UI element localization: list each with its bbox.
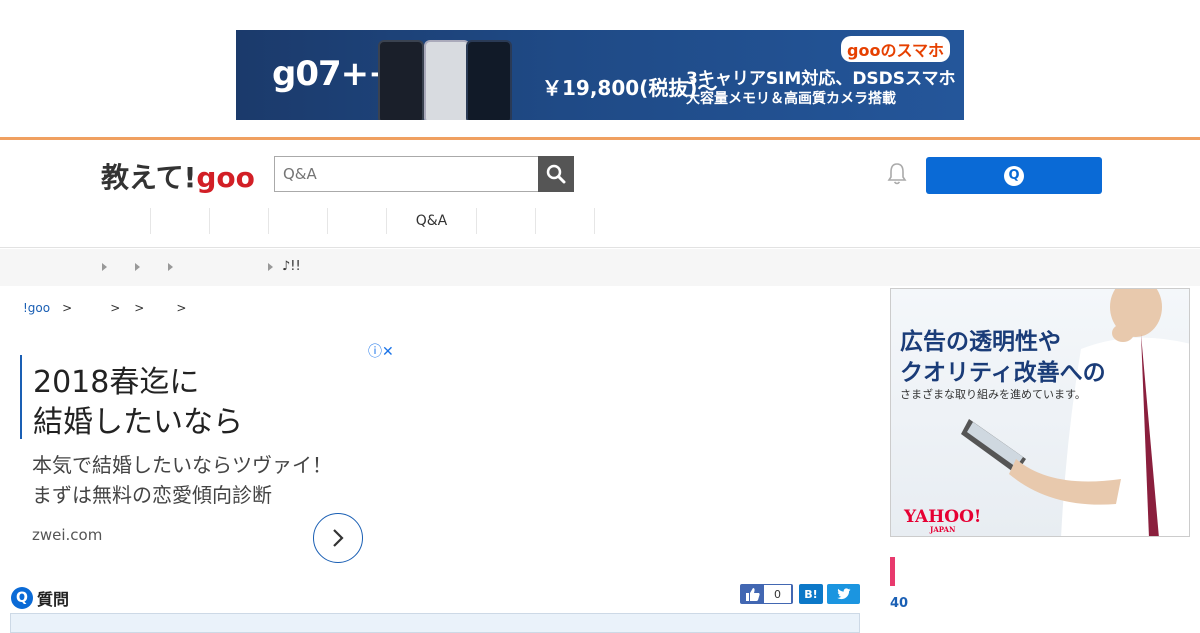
banner-phone-image [466,40,512,120]
breadcrumb-home[interactable]: !goo [23,301,50,315]
site-logo[interactable]: 教えて!goo [101,156,255,196]
nav-item[interactable] [151,208,210,234]
ask-question-button[interactable]: Q [926,157,1102,194]
section-marker [890,557,895,586]
breadcrumb-separator: > [110,301,121,315]
nav-item[interactable] [269,208,328,234]
question-icon: Q [1004,165,1024,186]
ad-description: 本気で結婚したいならツヴァイ！ [32,453,332,477]
arrow-right-icon [168,263,173,271]
logo-prefix: 教えて! [101,161,197,194]
ad-open-button[interactable] [313,513,363,563]
arrow-right-icon [135,263,140,271]
top-banner-area: g07++ ￥19,800(税抜)〜 3キャリアSIM対応、DSDSスマホ 大容… [0,0,1200,137]
nav-item-qa[interactable]: Q&A [387,208,477,234]
banner-copy-line1: 3キャリアSIM対応、DSDSスマホ [686,69,956,89]
banner-brand-logo: gooのスマホ [841,36,950,62]
ad-headline[interactable]: 結婚したいなら [33,397,243,441]
nav-item[interactable] [536,208,595,234]
search-icon [546,164,566,184]
breadcrumb-separator: > [176,301,187,315]
question-box [10,613,860,633]
ad-headline[interactable]: 2018春迄に [33,357,199,401]
sidebar-count: 40 [890,596,909,611]
breadcrumb-separator: > [62,301,73,315]
breadcrumb-separator: > [134,301,145,315]
chevron-right-icon [333,529,344,547]
question-label: 質問 [37,590,70,609]
banner-phone-image [424,40,470,120]
twitter-share-button[interactable] [827,584,860,604]
nav-item[interactable] [477,208,536,234]
nav-item[interactable] [92,208,151,234]
bell-icon[interactable] [886,162,908,186]
banner-copy-line2: 大容量メモリ＆高画質カメラ搭載 [686,91,896,107]
sidebar-ad[interactable]: 広告の透明性や クオリティ改善への さまざまな取り組みを進めています。 YAHO… [890,288,1190,537]
site-header: 教えて!goo Q Q&A [0,140,1200,248]
facebook-like-button[interactable]: 0 [740,584,793,604]
category-nav: Q&A [92,208,595,234]
ad-accent-bar [20,355,22,439]
sidebar-ad-headline: 広告の透明性や [900,329,1061,355]
top-banner-ad[interactable]: g07++ ￥19,800(税抜)〜 3キャリアSIM対応、DSDSスマホ 大容… [236,30,964,120]
ad-domain: zwei.com [32,526,103,544]
sub-navigation-bar: ♪!! [0,249,1200,286]
yahoo-japan-logo: YAHOO! JAPAN [904,507,981,534]
search-button[interactable] [538,156,574,192]
sidebar-ad-subtext: さまざまな取り組みを進めています。 [900,388,1086,401]
hatena-bookmark-button[interactable]: B! [799,584,823,604]
question-heading: Q 質問 [11,586,69,610]
breadcrumb: !goo > > > > [23,301,208,315]
banner-phone-image [378,40,424,120]
sidebar-ad-headline: クオリティ改善への [900,360,1106,386]
thumbs-up-icon [746,588,760,601]
nav-item[interactable] [328,208,387,234]
question-icon: Q [11,587,33,609]
text-ad[interactable]: 2018春迄に 結婚したいなら 本気で結婚したいならツヴァイ！ まずは無料の恋愛… [20,355,400,565]
arrow-right-icon [102,263,107,271]
yahoo-logo-text: YAHOO! [904,507,982,527]
sub-nav-link[interactable]: ♪!! [282,259,301,274]
arrow-right-icon [268,263,273,271]
ad-description: まずは無料の恋愛傾向診断 [32,483,272,507]
twitter-bird-icon [836,588,850,600]
nav-item[interactable] [210,208,269,234]
search-input[interactable] [274,156,538,192]
like-count: 0 [764,585,791,603]
logo-brand: goo [196,161,255,194]
